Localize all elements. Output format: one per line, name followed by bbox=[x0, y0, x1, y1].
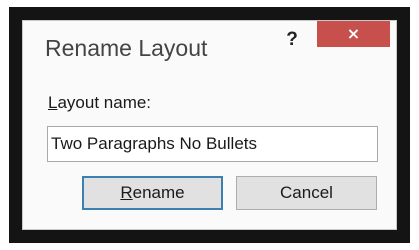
close-button[interactable]: × bbox=[317, 21, 390, 47]
dialog-title: Rename Layout bbox=[45, 35, 208, 61]
layout-name-label: Layout name: bbox=[48, 93, 151, 113]
rename-button[interactable]: Rename bbox=[82, 176, 223, 210]
question-mark-icon: ? bbox=[286, 29, 298, 50]
title-bar[interactable]: Rename Layout ? × bbox=[23, 21, 396, 73]
layout-name-label-text: ayout name: bbox=[57, 93, 152, 112]
rename-layout-dialog: Rename Layout ? × Layout name: Rename Ca… bbox=[22, 20, 397, 230]
layout-name-input[interactable] bbox=[47, 126, 378, 162]
cancel-button[interactable]: Cancel bbox=[236, 176, 377, 210]
cancel-button-label: Cancel bbox=[280, 183, 333, 202]
rename-button-accelerator: R bbox=[120, 183, 133, 202]
close-icon: × bbox=[346, 24, 361, 43]
help-button[interactable]: ? bbox=[280, 23, 304, 57]
rename-button-label: ename bbox=[132, 183, 185, 202]
